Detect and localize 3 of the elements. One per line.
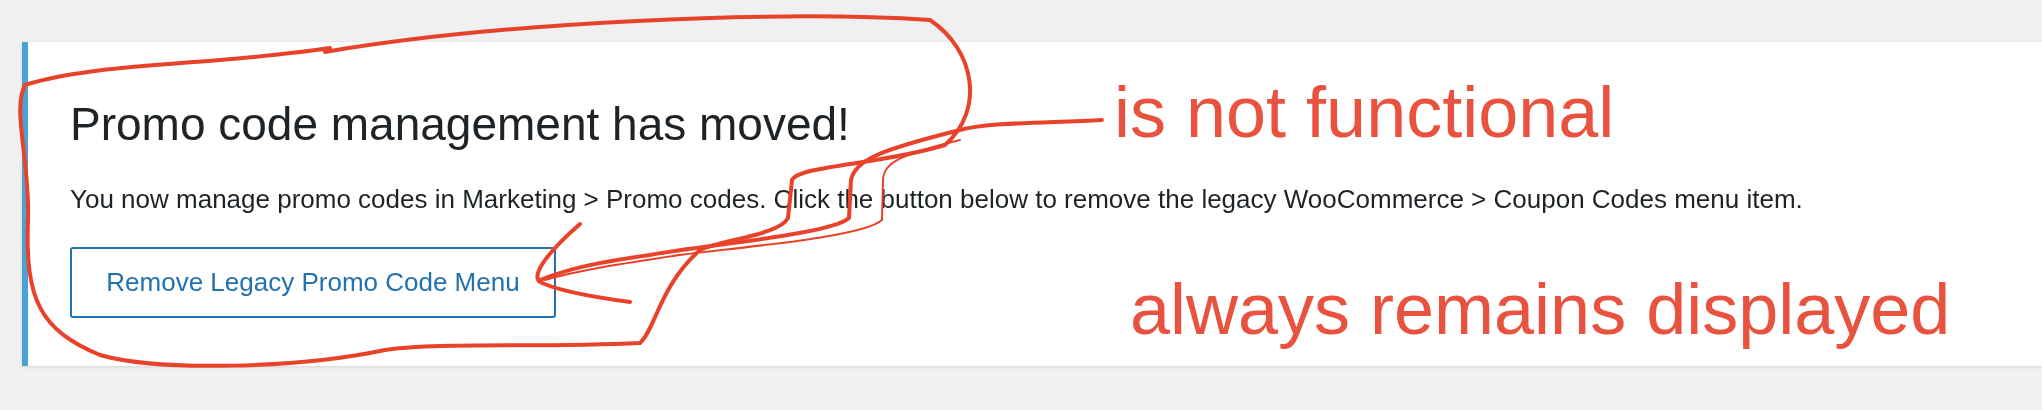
- notice-title: Promo code management has moved!: [70, 98, 850, 151]
- remove-menu-button[interactable]: Remove Legacy Promo Code Menu: [70, 247, 556, 318]
- annotation-text: is not functional: [1114, 76, 1615, 148]
